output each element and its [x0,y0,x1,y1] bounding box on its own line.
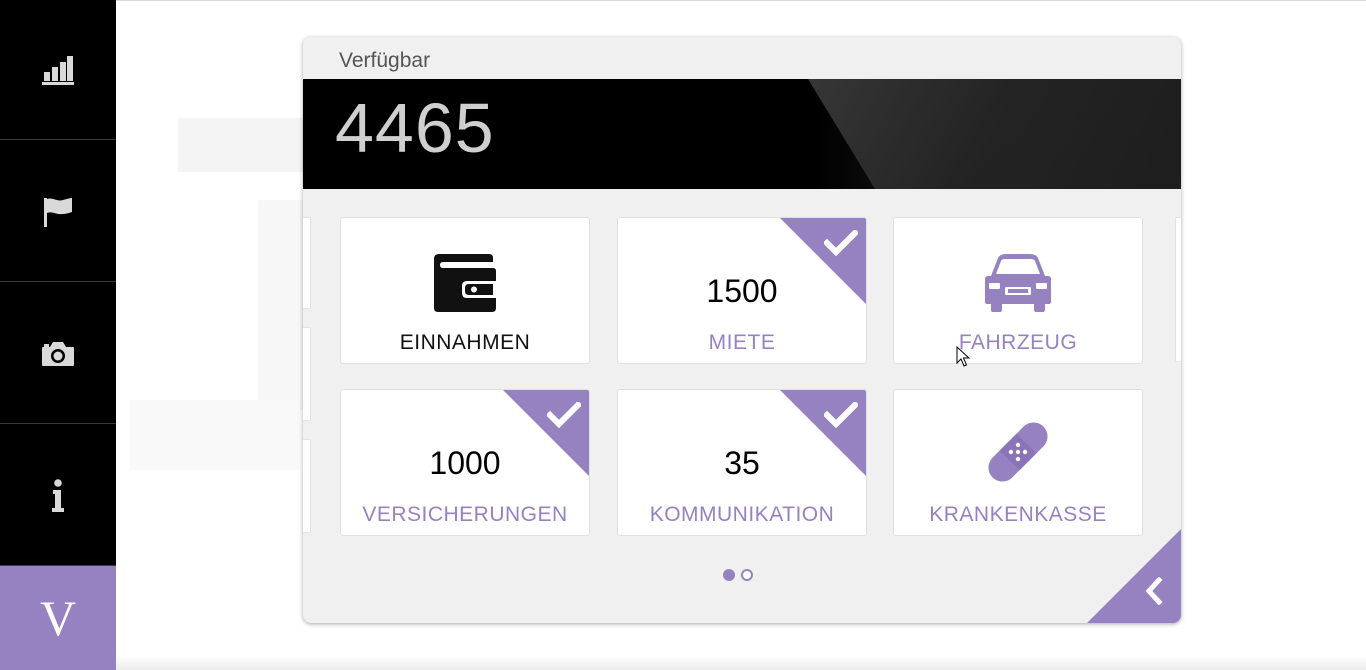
card-label: VERSICHERUNGEN [362,503,568,526]
flag-icon [44,197,72,227]
category-card-health-insurance[interactable]: KRANKENKASSE [893,389,1143,536]
prev-slide-peek [303,327,311,421]
amount-bar-shine [808,79,1181,189]
logo-letter: V [39,590,77,646]
card-value: 1500 [706,273,778,309]
sidebar-item-statistics[interactable] [0,0,116,140]
top-border [0,0,1366,1]
background-block [258,200,308,410]
card-label: EINNAHMEN [399,331,531,354]
page-indicator [723,569,753,581]
card-value: 35 [724,445,760,481]
card-label: FAHRZEUG [958,331,1078,354]
sidebar-item-info[interactable] [0,426,116,566]
bottom-fade [116,655,1366,670]
app-window: V Verfügbar 4465 EINNAHMEN 1500 MIETE FA… [0,0,1366,670]
panel-title: Verfügbar [339,49,431,72]
sidebar-item-camera[interactable] [0,284,116,424]
checkmark-icon [824,230,858,256]
prev-slide-peek [303,217,311,309]
checkmark-icon [547,402,581,428]
background-block [130,400,300,470]
category-card-insurance[interactable]: 1000 VERSICHERUNGEN [340,389,590,536]
bar-chart-icon [42,55,74,85]
category-card-income[interactable]: EINNAHMEN [340,217,590,364]
card-label: MIETE [708,331,776,354]
category-card-vehicle[interactable]: FAHRZEUG [893,217,1143,364]
next-slide-peek [1175,217,1181,362]
card-value: 1000 [429,445,501,481]
wallet-icon [341,254,589,312]
category-card-communication[interactable]: 35 KOMMUNIKATION [617,389,867,536]
card-label: KOMMUNIKATION [649,503,835,526]
camera-icon [42,341,74,366]
category-card-rent[interactable]: 1500 MIETE [617,217,867,364]
sidebar: V [0,0,116,670]
mouse-cursor-icon [956,346,970,367]
sidebar-item-goals[interactable] [0,142,116,282]
checkmark-icon [824,402,858,428]
page-dot-2[interactable] [741,569,753,581]
back-button[interactable] [1087,529,1181,623]
prev-slide-peek [303,439,311,533]
bandage-icon [894,418,1142,486]
budget-panel: Verfügbar 4465 EINNAHMEN 1500 MIETE FAHR… [303,37,1181,623]
car-icon [894,254,1142,312]
info-icon [52,478,64,512]
available-amount: 4465 [335,89,495,167]
brand-logo[interactable]: V [0,566,116,670]
page-dot-1[interactable] [723,569,735,581]
card-label: KRANKENKASSE [929,503,1107,526]
available-amount-bar: 4465 [303,79,1181,189]
chevron-left-icon[interactable] [1145,577,1163,605]
